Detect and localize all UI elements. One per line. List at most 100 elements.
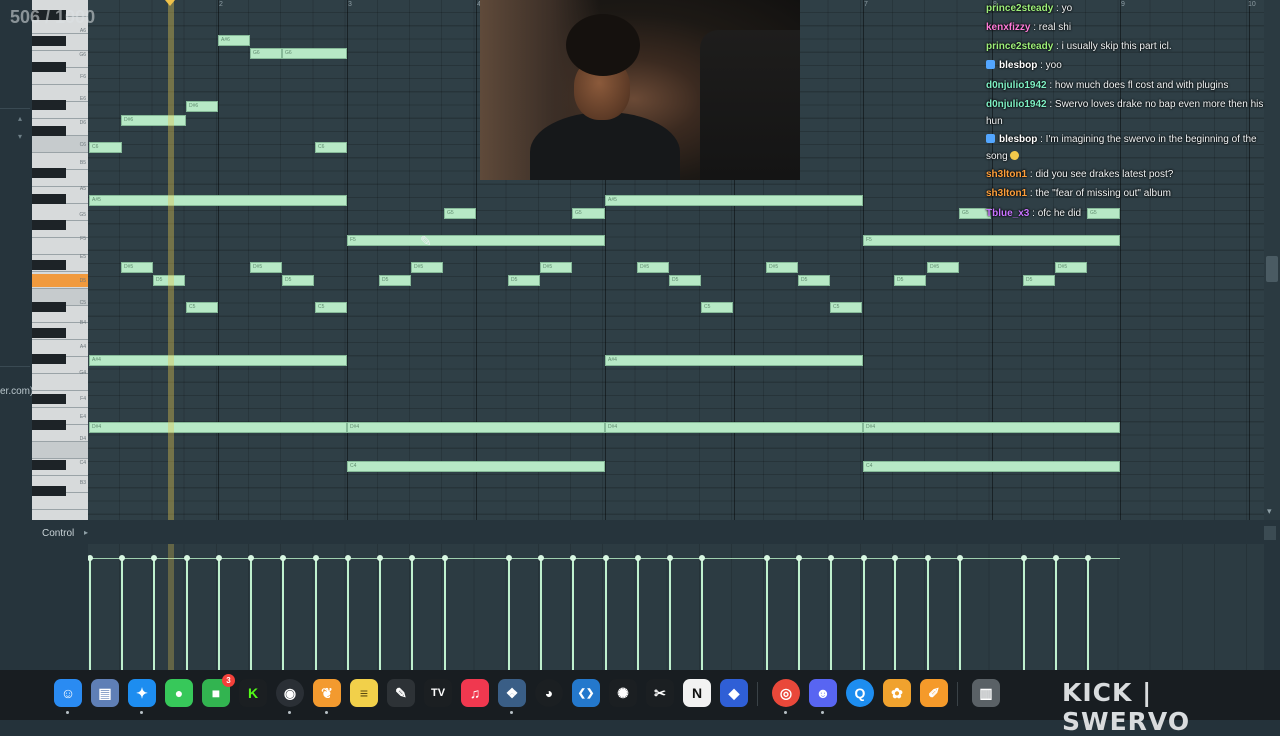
velocity-bar[interactable] — [119, 555, 125, 670]
midi-note[interactable]: C5 — [830, 302, 862, 313]
midi-note[interactable]: A#5 — [89, 195, 347, 206]
expand-arrow-icon[interactable]: ▾ — [18, 132, 22, 141]
piano-key[interactable] — [32, 442, 88, 459]
midi-note[interactable]: D#5 — [927, 262, 959, 273]
playhead-marker-icon[interactable] — [165, 0, 175, 6]
velocity-bar[interactable] — [409, 555, 415, 670]
collapse-arrow-icon[interactable]: ▴ — [18, 114, 22, 123]
velocity-bar[interactable] — [667, 555, 673, 670]
discord-icon[interactable]: ☻ — [809, 679, 837, 714]
velocity-bar[interactable] — [1021, 555, 1027, 670]
midi-note[interactable]: G5 — [572, 208, 605, 219]
chat-username[interactable]: prince2steady — [986, 41, 1053, 52]
midi-note[interactable]: A#5 — [605, 195, 863, 206]
quicktime-icon[interactable]: Q — [846, 679, 874, 707]
midi-note[interactable]: D#5 — [121, 262, 153, 273]
midi-note[interactable]: C6 — [315, 142, 347, 153]
velocity-bar[interactable] — [184, 555, 190, 670]
midi-note[interactable]: A#4 — [89, 355, 347, 366]
velocity-bar[interactable] — [1085, 555, 1091, 670]
midi-note[interactable]: D#5 — [1055, 262, 1087, 273]
midi-note[interactable]: D#5 — [766, 262, 798, 273]
midi-note[interactable]: C4 — [347, 461, 605, 472]
black-key[interactable] — [32, 62, 66, 72]
capcut-icon[interactable]: ✂ — [646, 679, 674, 707]
midi-note[interactable]: G6 — [250, 48, 282, 59]
pages-icon[interactable]: ✐ — [920, 679, 948, 707]
chat-username[interactable]: d0njulio1942 — [986, 80, 1047, 91]
velocity-bar[interactable] — [377, 555, 383, 670]
photos-icon[interactable]: ✿ — [883, 679, 911, 707]
midi-note[interactable]: D5 — [282, 275, 314, 286]
chatgpt-icon[interactable]: ✺ — [609, 679, 637, 707]
trash-icon[interactable]: ▥ — [972, 679, 1000, 707]
black-key[interactable] — [32, 354, 66, 364]
piano-key[interactable] — [32, 510, 88, 520]
chat-username[interactable]: sh3lton1 — [986, 169, 1027, 180]
velocity-bar[interactable] — [796, 555, 802, 670]
davinci-icon[interactable]: ❖ — [498, 679, 526, 714]
black-key[interactable] — [32, 36, 66, 46]
control-lane-label[interactable]: Control — [42, 528, 74, 539]
chat-username[interactable]: Tblue_x3 — [986, 208, 1029, 219]
midi-note[interactable]: G5 — [444, 208, 476, 219]
messages-icon[interactable]: ● — [165, 679, 193, 707]
velocity-bar[interactable] — [442, 555, 448, 670]
playhead[interactable] — [168, 0, 174, 520]
chat-username[interactable]: prince2steady — [986, 3, 1053, 14]
github-icon[interactable]: ◕ — [535, 679, 563, 707]
midi-note[interactable]: F5 — [863, 235, 1120, 246]
velocity-bar[interactable] — [861, 555, 867, 670]
dropdown-arrow-icon[interactable]: ▸ — [84, 528, 88, 537]
tradingview-icon[interactable]: TV — [424, 679, 452, 707]
scroll-down-arrow-icon[interactable]: ▾ — [1267, 506, 1272, 517]
velocity-bar[interactable] — [764, 555, 770, 670]
midi-note[interactable]: D#5 — [637, 262, 669, 273]
velocity-bar[interactable] — [216, 555, 222, 670]
chat-username[interactable]: blesbop — [999, 60, 1037, 71]
midi-note[interactable]: D5 — [798, 275, 830, 286]
black-key[interactable] — [32, 260, 66, 270]
midi-note[interactable]: D#4 — [347, 422, 605, 433]
midi-note[interactable]: C5 — [315, 302, 347, 313]
app-store-icon[interactable]: ◆ — [720, 679, 748, 707]
midi-note[interactable]: C4 — [863, 461, 1120, 472]
black-key[interactable] — [32, 220, 66, 230]
chrome-icon[interactable]: ◎ — [772, 679, 800, 714]
midi-note[interactable]: G6 — [282, 48, 347, 59]
vscode-icon[interactable]: ❮❯ — [572, 679, 600, 707]
scrollbar-thumb[interactable] — [1266, 256, 1278, 282]
midi-note[interactable]: D5 — [508, 275, 540, 286]
velocity-area[interactable] — [88, 544, 1264, 670]
velocity-bar[interactable] — [925, 555, 931, 670]
velocity-bar[interactable] — [699, 555, 705, 670]
facetime-icon[interactable]: ■ 3 — [202, 674, 235, 707]
velocity-bar[interactable] — [892, 555, 898, 670]
black-key[interactable] — [32, 420, 66, 430]
midi-note[interactable]: D#5 — [411, 262, 443, 273]
midi-note[interactable]: C5 — [701, 302, 733, 313]
black-key[interactable] — [32, 126, 66, 136]
velocity-bar[interactable] — [248, 555, 254, 670]
velocity-bar[interactable] — [538, 555, 544, 670]
velocity-bar[interactable] — [570, 555, 576, 670]
midi-note[interactable]: D#4 — [863, 422, 1120, 433]
chat-username[interactable]: blesbop — [999, 134, 1037, 145]
chat-username[interactable]: sh3lton1 — [986, 188, 1027, 199]
piano-key[interactable] — [32, 374, 88, 391]
velocity-bar[interactable] — [957, 555, 963, 670]
midi-note[interactable]: D5 — [894, 275, 926, 286]
chat-username[interactable]: kenxfizzy — [986, 22, 1030, 33]
notion-icon[interactable]: N — [683, 679, 711, 707]
velocity-bar[interactable] — [345, 555, 351, 670]
velocity-bar[interactable] — [635, 555, 641, 670]
midi-note[interactable]: A#6 — [218, 35, 250, 46]
velocity-bar[interactable] — [506, 555, 512, 670]
black-key[interactable] — [32, 168, 66, 178]
midi-note[interactable]: D#6 — [186, 101, 218, 112]
music-icon[interactable]: ♫ — [461, 679, 489, 707]
black-key[interactable] — [32, 302, 66, 312]
velocity-bar[interactable] — [603, 555, 609, 670]
velocity-bar[interactable] — [88, 555, 93, 670]
black-key[interactable] — [32, 194, 66, 204]
